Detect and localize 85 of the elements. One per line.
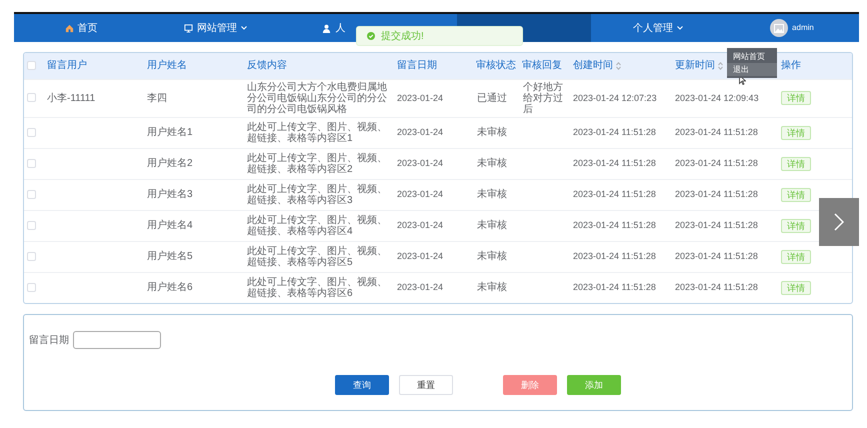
table-cell: 用户姓名5 <box>147 251 193 262</box>
table-cell: 个好地方给对方过后 <box>523 82 563 114</box>
sort-icon[interactable] <box>718 62 723 70</box>
cursor-icon <box>739 75 746 85</box>
column-header: 反馈内容 <box>247 60 287 72</box>
nav-item[interactable]: 网站管理 <box>184 20 247 36</box>
chevron-right-icon <box>834 213 844 231</box>
table-cell: 2023-01-24 <box>397 220 444 230</box>
table-cell: 2023-01-24 11:51:28 <box>573 282 656 292</box>
home-icon <box>64 24 74 32</box>
table-cell: 2023-01-24 11:51:28 <box>573 158 656 168</box>
delete-button[interactable]: 删除 <box>503 375 557 395</box>
field-label: 留言日期 <box>29 334 69 348</box>
table-cell: 2023-01-24 11:51:28 <box>675 220 758 230</box>
menu-item[interactable]: 网站首页 <box>727 50 777 63</box>
column-header[interactable]: 更新时间 <box>675 60 715 72</box>
column-header: 用户姓名 <box>147 60 187 72</box>
table-cell: 用户姓名3 <box>147 189 193 200</box>
table-cell: 用户姓名1 <box>147 127 193 138</box>
table-cell: 2023-01-24 11:51:28 <box>675 158 758 168</box>
check-icon <box>367 32 375 40</box>
table-cell: 小李-11111 <box>47 92 96 104</box>
checkbox[interactable] <box>27 283 36 292</box>
table-cell: 未审核 <box>477 251 507 262</box>
avatar[interactable] <box>770 19 788 37</box>
table-cell: 李四 <box>147 92 167 104</box>
table-cell: 此处可上传文字、图片、视频、超链接、表格等内容区4 <box>247 214 387 236</box>
table-cell: 2023-01-24 <box>397 92 444 102</box>
monitor-icon <box>184 24 193 32</box>
checkbox[interactable] <box>27 190 36 199</box>
table-cell: 用户姓名6 <box>147 282 193 294</box>
reset-button[interactable]: 重置 <box>399 375 453 395</box>
column-header[interactable]: 创建时间 <box>573 60 613 72</box>
table-cell: 未审核 <box>477 220 507 231</box>
table-cell: 2023-01-24 11:51:28 <box>675 189 758 199</box>
table-cell: 2023-01-24 11:51:28 <box>573 189 656 199</box>
table-cell: 2023-01-24 <box>397 127 444 137</box>
table-cell: 此处可上传文字、图片、视频、超链接、表格等内容区3 <box>247 184 387 206</box>
nav-item[interactable]: 个人管理 <box>632 20 683 36</box>
table-cell: 未审核 <box>477 158 507 169</box>
checkbox[interactable] <box>27 220 36 230</box>
toast-message: 提交成功! <box>381 30 424 44</box>
nav-item[interactable]: 首页 <box>64 20 98 36</box>
table-cell: 2023-01-24 11:51:28 <box>675 251 758 261</box>
table-cell: 2023-01-24 11:51:28 <box>675 282 758 292</box>
table-cell: 2023-01-24 11:51:28 <box>675 127 758 137</box>
table-cell: 山东分公司大方个水电费归属地分公司电饭锅山东分公司的分公司的分公司电饭锅风格 <box>247 82 387 114</box>
table-cell: 2023-01-24 12:07:23 <box>573 92 657 102</box>
table-cell: 2023-01-24 11:51:28 <box>573 251 656 261</box>
table-cell: 此处可上传文字、图片、视频、超链接、表格等内容区5 <box>247 246 387 268</box>
table-cell: 2023-01-24 11:51:28 <box>573 220 656 230</box>
nav-item[interactable]: 人 <box>322 20 346 36</box>
table-cell: 2023-01-24 12:09:43 <box>675 92 759 102</box>
image-icon <box>774 24 784 32</box>
table-cell: 2023-01-24 <box>397 158 444 168</box>
column-header: 审核回复 <box>522 60 562 72</box>
table-cell: 已通过 <box>477 92 507 104</box>
column-header: 留言日期 <box>397 60 437 72</box>
sort-icon[interactable] <box>616 62 621 70</box>
table-cell: 2023-01-24 <box>397 251 444 261</box>
column-header: 留言用户 <box>47 60 87 72</box>
table-cell: 此处可上传文字、图片、视频、超链接、表格等内容区2 <box>247 152 387 174</box>
table-cell: 此处可上传文字、图片、视频、超链接、表格等内容区1 <box>247 122 387 144</box>
checkbox[interactable] <box>27 128 36 137</box>
user-name[interactable]: admin <box>792 22 814 34</box>
table-cell: 2023-01-24 <box>397 282 444 292</box>
column-header: 操作 <box>781 60 801 72</box>
date-input-field[interactable] <box>73 331 161 349</box>
table-cell: 未审核 <box>477 189 507 200</box>
table-cell: 未审核 <box>477 127 507 138</box>
checkbox[interactable] <box>27 252 36 261</box>
next-button[interactable] <box>819 198 859 246</box>
table-cell: 2023-01-24 11:51:28 <box>573 127 656 137</box>
table-cell: 2023-01-24 <box>397 189 444 199</box>
user-icon <box>322 24 332 32</box>
checkbox[interactable] <box>27 93 36 102</box>
table-cell: 未审核 <box>477 282 507 294</box>
search-button[interactable]: 查询 <box>335 375 389 395</box>
table-cell: 此处可上传文字、图片、视频、超链接、表格等内容区6 <box>247 276 387 299</box>
checkbox[interactable] <box>27 61 36 70</box>
checkbox[interactable] <box>27 158 36 168</box>
menu-item[interactable]: 退出 <box>727 63 777 76</box>
column-header: 审核状态 <box>476 60 516 72</box>
table-cell: 用户姓名2 <box>147 158 193 169</box>
table-cell: 用户姓名4 <box>147 220 193 231</box>
